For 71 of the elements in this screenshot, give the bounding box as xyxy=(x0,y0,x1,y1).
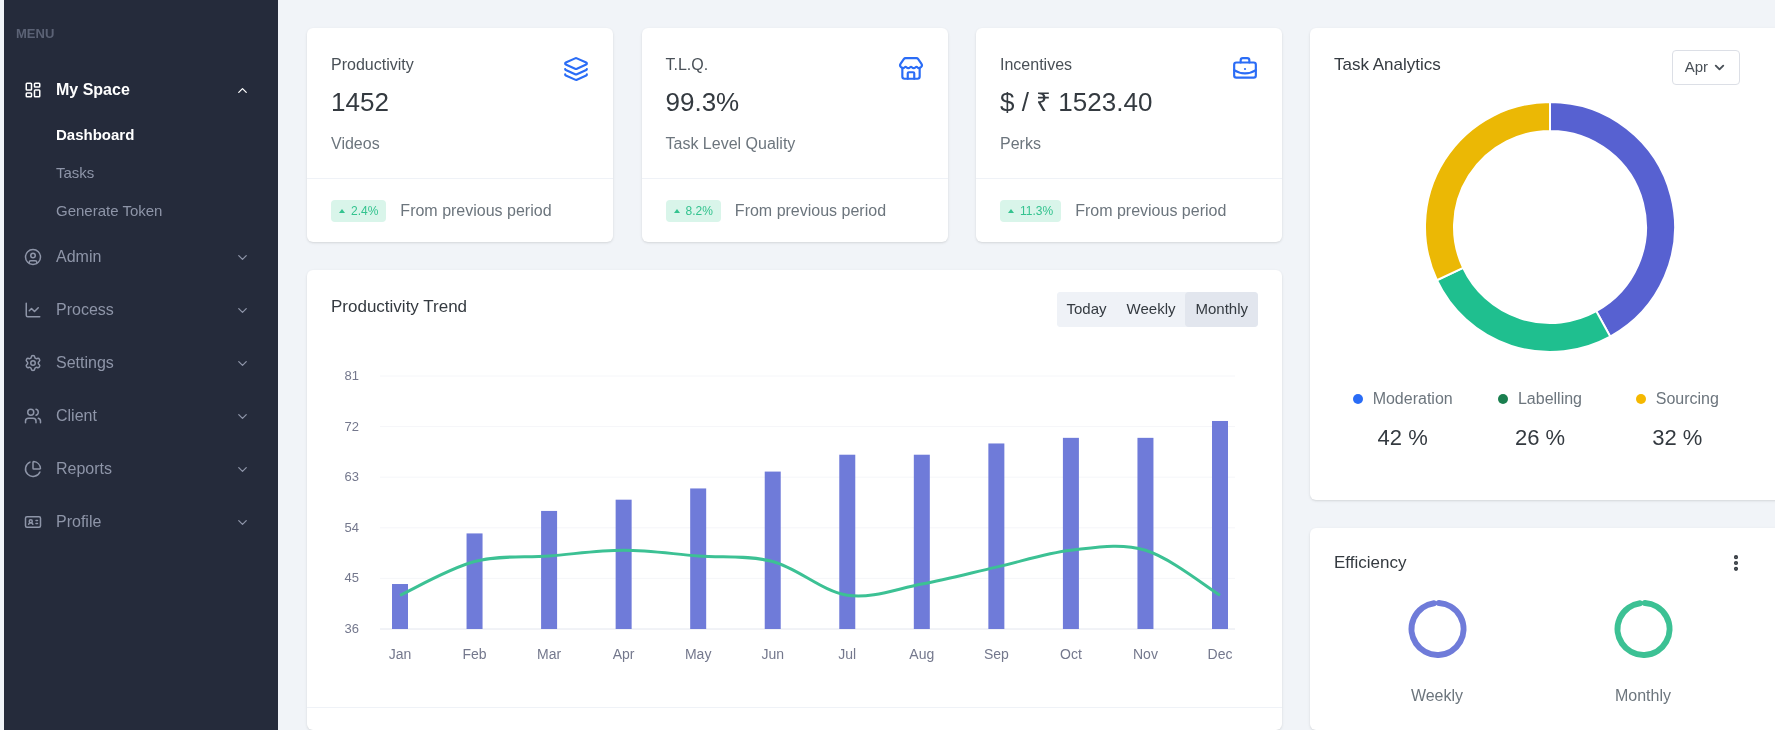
line-chart-icon xyxy=(24,301,42,319)
x-tick-label: Jan xyxy=(388,646,412,662)
change-badge: 11.3% xyxy=(1000,199,1062,222)
caret-up-icon xyxy=(673,208,680,213)
card-title: Efficiency xyxy=(1334,552,1407,574)
stat-subtitle: Videos xyxy=(331,134,381,154)
change-label: From previous period xyxy=(734,200,887,221)
change-badge: 2.4% xyxy=(331,199,387,222)
x-tick-label: Nov xyxy=(1133,646,1158,662)
sidebar-subitem[interactable]: Tasks xyxy=(4,154,278,193)
sidebar-item[interactable]: Admin xyxy=(4,230,278,284)
change-label: From previous period xyxy=(400,200,552,221)
users-icon xyxy=(24,407,42,425)
briefcase-icon xyxy=(1232,56,1258,82)
sidebar-item[interactable]: My Space xyxy=(4,63,278,117)
month-dropdown[interactable]: Apr xyxy=(1671,50,1740,85)
sidebar-item[interactable]: Reports xyxy=(4,442,278,496)
period-tab[interactable]: Monthly xyxy=(1185,292,1258,327)
x-tick-label: Jul xyxy=(838,646,857,662)
y-tick-label: 54 xyxy=(344,519,359,535)
x-tick-label: Oct xyxy=(1060,646,1082,662)
legend-label: Sourcing xyxy=(1655,389,1719,409)
sidebar-item[interactable]: Profile xyxy=(4,495,278,549)
sidebar-subitem[interactable]: Generate Token xyxy=(4,192,278,231)
user-circle-icon xyxy=(24,248,42,266)
x-tick-label: Aug xyxy=(909,646,935,662)
y-tick-label: 36 xyxy=(344,621,359,636)
stat-title: T.L.Q. xyxy=(665,55,710,75)
pie-chart-icon xyxy=(24,460,42,478)
card-title: Productivity Trend xyxy=(331,296,468,318)
stat-value: 99.3% xyxy=(665,86,741,119)
gauge-label: Monthly xyxy=(1615,685,1671,706)
sidebar-item[interactable]: Settings xyxy=(4,336,278,390)
x-tick-label: Dec xyxy=(1207,646,1233,662)
layers-icon xyxy=(563,56,589,82)
legend-value: 42 % xyxy=(1377,424,1428,452)
x-tick-label: Jun xyxy=(761,646,784,662)
grid-icon xyxy=(24,81,42,99)
sidebar-item[interactable]: Process xyxy=(4,283,278,337)
store-icon xyxy=(897,56,924,82)
legend-value: 32 % xyxy=(1652,424,1703,452)
change-badge: 8.2% xyxy=(665,199,721,222)
legend-value: 26 % xyxy=(1514,424,1566,452)
x-tick-label: May xyxy=(684,646,712,662)
change-label: From previous period xyxy=(1075,200,1227,221)
gauge-label: Weekly xyxy=(1410,685,1464,706)
y-tick-label: 72 xyxy=(344,418,359,434)
x-tick-label: Mar xyxy=(537,646,562,662)
x-tick-label: Feb xyxy=(462,646,487,662)
stat-title: Incentives xyxy=(1000,55,1074,75)
x-tick-label: Sep xyxy=(983,646,1009,662)
stat-subtitle: Perks xyxy=(1000,134,1042,154)
y-tick-label: 81 xyxy=(344,368,359,383)
caret-up-icon xyxy=(1008,208,1014,213)
stat-title: Productivity xyxy=(331,55,415,75)
stat-value: 1452 xyxy=(331,86,390,119)
legend-label: Labelling xyxy=(1517,389,1582,409)
id-card-icon xyxy=(24,513,42,531)
bar xyxy=(392,584,408,629)
sidebar-item[interactable]: Client xyxy=(4,389,278,443)
stat-subtitle: Task Level Quality xyxy=(665,134,797,154)
caret-up-icon xyxy=(339,208,345,213)
menu-heading: MENU xyxy=(15,25,56,43)
stat-value: $ / ₹ 1523.40 xyxy=(1000,86,1154,119)
y-tick-label: 63 xyxy=(344,469,359,485)
legend-label: Moderation xyxy=(1372,389,1453,409)
x-tick-label: Apr xyxy=(612,646,635,662)
card-title: Task Analytics xyxy=(1334,54,1441,76)
sidebar-subitem[interactable]: Dashboard xyxy=(4,116,278,155)
settings-icon xyxy=(24,354,42,372)
y-tick-label: 45 xyxy=(344,570,359,586)
